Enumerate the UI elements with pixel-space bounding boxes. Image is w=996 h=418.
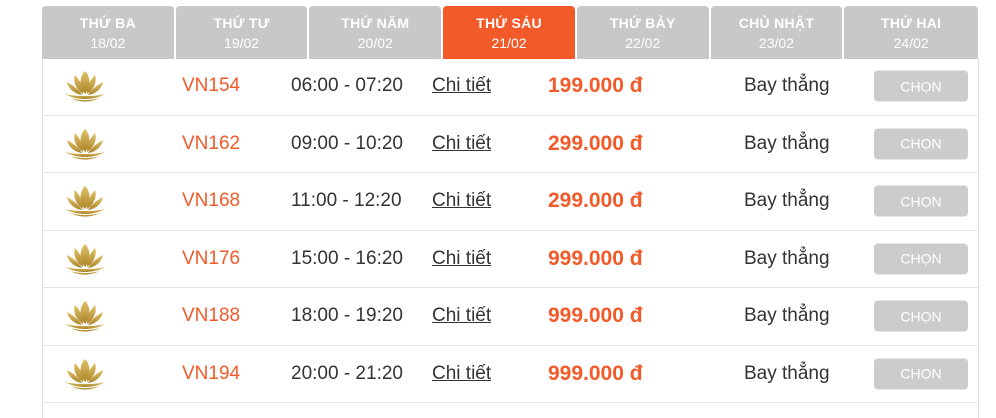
flight-code: VN188	[182, 305, 241, 327]
flight-time: 20:00 - 21:20	[291, 362, 403, 384]
flight-time: 15:00 - 16:20	[291, 247, 403, 269]
flight-price: 299.000 đ	[548, 131, 643, 155]
detail-link[interactable]: Chi tiết	[432, 305, 491, 327]
flight-time: 11:00 - 12:20	[291, 190, 402, 212]
tab-day[interactable]: THỨ BẢY 22/02	[576, 6, 709, 59]
tab-date-label: 21/02	[491, 34, 527, 51]
flight-row: VN162 09:00 - 10:20 Chi tiết 299.000 đ B…	[43, 116, 978, 173]
tab-day-label: THỨ BẢY	[609, 14, 676, 31]
select-button[interactable]: CHỌN	[874, 70, 968, 102]
flight-row: VN154 06:00 - 07:20 Chi tiết 199.000 đ B…	[43, 58, 978, 116]
flight-time: 06:00 - 07:20	[291, 75, 403, 97]
flight-type: Bay thẳng	[744, 247, 830, 269]
tab-day[interactable]: THỨ HAI 24/02	[844, 6, 979, 59]
tab-date-label: 18/02	[90, 34, 126, 51]
flight-row: VN188 18:00 - 19:20 Chi tiết 999.000 đ B…	[43, 288, 978, 346]
detail-link[interactable]: Chi tiết	[432, 133, 491, 155]
flight-code: VN194	[182, 362, 241, 384]
flight-type: Bay thẳng	[744, 305, 830, 327]
detail-link[interactable]: Chi tiết	[432, 75, 491, 97]
tab-day[interactable]: THỨ SÁU 21/02	[443, 6, 575, 59]
tab-day-label: THỨ TƯ	[213, 14, 270, 31]
flight-type: Bay thẳng	[744, 132, 830, 154]
flight-list: VN154 06:00 - 07:20 Chi tiết 199.000 đ B…	[43, 58, 978, 403]
flight-code: VN176	[182, 247, 241, 269]
flight-code: VN162	[182, 132, 241, 154]
flight-row: VN194 20:00 - 21:20 Chi tiết 999.000 đ B…	[43, 346, 978, 403]
tab-date-label: 22/02	[625, 34, 661, 51]
tab-day[interactable]: THỨ NĂM 20/02	[309, 6, 442, 59]
detail-link[interactable]: Chi tiết	[432, 248, 491, 270]
flight-code: VN168	[182, 190, 241, 212]
tab-day[interactable]: THỨ BA 18/02	[42, 6, 174, 59]
tab-day[interactable]: CHỦ NHẬT 23/02	[710, 6, 843, 59]
flight-time: 18:00 - 19:20	[291, 305, 403, 327]
flight-price: 199.000 đ	[548, 74, 643, 98]
lotus-logo-icon	[62, 299, 108, 333]
select-button[interactable]: CHỌN	[874, 128, 968, 160]
flight-type: Bay thẳng	[744, 190, 830, 212]
flight-row: VN176 15:00 - 16:20 Chi tiết 999.000 đ B…	[43, 231, 978, 288]
flight-code: VN154	[182, 75, 241, 97]
tab-day[interactable]: THỨ TƯ 19/02	[175, 6, 308, 59]
select-button[interactable]: CHỌN	[874, 243, 968, 275]
flight-type: Bay thẳng	[744, 75, 830, 97]
lotus-logo-icon	[62, 242, 108, 276]
lotus-logo-icon	[62, 127, 108, 161]
lotus-logo-icon	[62, 357, 108, 391]
lotus-logo-icon	[62, 184, 108, 218]
flight-price: 999.000 đ	[548, 246, 643, 270]
select-button[interactable]: CHỌN	[874, 300, 968, 332]
select-button[interactable]: CHỌN	[874, 358, 968, 390]
lotus-logo-icon	[62, 69, 108, 103]
tab-day-label: CHỦ NHẬT	[738, 14, 815, 31]
date-tabs: THỨ BA 18/02 THỨ TƯ 19/02 THỨ NĂM 20/02 …	[42, 6, 979, 59]
tab-date-label: 20/02	[357, 34, 393, 51]
flight-type: Bay thẳng	[744, 362, 830, 384]
tab-date-label: 19/02	[224, 34, 260, 51]
select-button[interactable]: CHỌN	[874, 185, 968, 217]
flight-price: 999.000 đ	[548, 361, 643, 385]
tab-day-label: THỨ SÁU	[476, 14, 542, 31]
detail-link[interactable]: Chi tiết	[432, 363, 491, 385]
flight-price: 999.000 đ	[548, 304, 643, 328]
tab-day-label: THỨ NĂM	[341, 14, 410, 31]
flight-price: 299.000 đ	[548, 189, 643, 213]
flight-time: 09:00 - 10:20	[291, 132, 403, 154]
flight-row: VN168 11:00 - 12:20 Chi tiết 299.000 đ B…	[43, 173, 978, 231]
list-border-right	[978, 58, 979, 418]
tab-date-label: 24/02	[893, 34, 929, 51]
tab-day-label: THỨ BA	[79, 14, 136, 31]
tab-day-label: THỨ HAI	[880, 14, 942, 31]
detail-link[interactable]: Chi tiết	[432, 190, 491, 212]
tab-date-label: 23/02	[758, 34, 794, 51]
